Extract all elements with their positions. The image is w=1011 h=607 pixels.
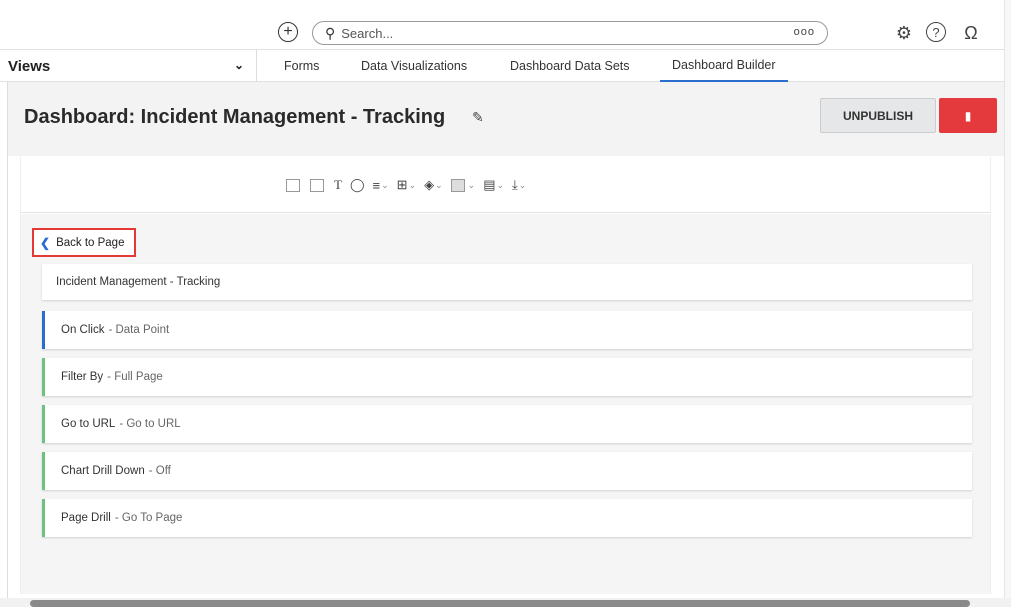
align-icon[interactable]: ⊞ ⌄ bbox=[397, 177, 416, 193]
search-options-button[interactable]: ooo bbox=[794, 26, 815, 38]
card-label: Incident Management - Tracking bbox=[56, 276, 221, 288]
toolbar-tools: T ◯ ≡ ⌄ ⊞ ⌄ ◈ ⌄ ⌄ ▤ ⌄ ⤓ ⌄ bbox=[286, 177, 534, 193]
list-item-on-click[interactable]: On Click - Data Point bbox=[42, 311, 972, 349]
text-icon[interactable]: T bbox=[334, 177, 342, 193]
tab-forms[interactable]: Forms bbox=[284, 50, 319, 82]
nav-row: Views ⌄ Forms Data Visualizations Dashbo… bbox=[0, 50, 1011, 82]
filter-icon[interactable]: ≡ ⌄ bbox=[373, 177, 389, 193]
table-icon[interactable]: ⌄ bbox=[450, 177, 475, 193]
top-bar: + ⚲ Search... ooo ⚙ ? Ω bbox=[0, 0, 1011, 50]
tab-data-visualizations[interactable]: Data Visualizations bbox=[361, 50, 467, 82]
image-icon[interactable] bbox=[310, 177, 326, 193]
back-to-page-button[interactable]: ❮ Back to Page bbox=[32, 228, 136, 257]
page-header: Dashboard: Incident Management - Trackin… bbox=[8, 82, 1005, 156]
user-icon[interactable]: Ω bbox=[960, 22, 982, 44]
bar-chart-icon[interactable] bbox=[286, 177, 302, 193]
tab-dashboard-data-sets[interactable]: Dashboard Data Sets bbox=[510, 50, 630, 82]
list-item-go-to-url[interactable]: Go to URL - Go to URL bbox=[42, 405, 972, 443]
list-item-page-drill[interactable]: Page Drill - Go To Page bbox=[42, 499, 972, 537]
tab-dashboard-builder[interactable]: Dashboard Builder bbox=[660, 50, 788, 82]
list-item-chart-drill-down[interactable]: Chart Drill Down - Off bbox=[42, 452, 972, 490]
views-label: Views bbox=[8, 57, 51, 75]
download-icon[interactable]: ⤓ ⌄ bbox=[512, 177, 526, 193]
list-item-filter-by[interactable]: Filter By - Full Page bbox=[42, 358, 972, 396]
card-label: Filter By bbox=[61, 371, 104, 383]
card-value: - Full Page bbox=[107, 371, 163, 383]
card-label: Page Drill bbox=[61, 512, 111, 524]
page-title: Dashboard: Incident Management - Trackin… bbox=[24, 106, 446, 128]
list-item-page-name[interactable]: Incident Management - Tracking bbox=[42, 264, 972, 300]
unpublish-button[interactable]: UNPUBLISH bbox=[820, 98, 936, 133]
trash-icon: ▮ bbox=[964, 108, 972, 123]
layout-icon[interactable]: ▤ ⌄ bbox=[483, 177, 504, 193]
chart-toolbar: T ◯ ≡ ⌄ ⊞ ⌄ ◈ ⌄ ⌄ ▤ ⌄ ⤓ ⌄ bbox=[20, 157, 991, 213]
delete-button[interactable]: ▮ bbox=[939, 98, 997, 133]
card-label: Go to URL bbox=[61, 418, 116, 430]
views-dropdown[interactable]: Views ⌄ bbox=[0, 50, 257, 82]
chevron-left-icon: ❮ bbox=[40, 235, 51, 250]
gear-icon[interactable]: ⚙ bbox=[893, 22, 915, 44]
left-edge bbox=[0, 82, 8, 598]
card-label: On Click bbox=[61, 324, 105, 336]
card-value: - Data Point bbox=[108, 324, 170, 336]
help-icon[interactable]: ? bbox=[926, 22, 946, 42]
back-label: Back to Page bbox=[56, 236, 125, 249]
vertical-scrollbar[interactable] bbox=[1004, 0, 1011, 598]
horizontal-scrollbar-thumb[interactable] bbox=[30, 600, 970, 607]
search-input[interactable]: ⚲ Search... ooo bbox=[312, 21, 828, 45]
card-value: - Go to URL bbox=[119, 418, 181, 430]
chevron-down-icon: ⌄ bbox=[233, 58, 244, 72]
layers-icon[interactable]: ◈ ⌄ bbox=[424, 177, 443, 193]
card-value: - Go To Page bbox=[114, 512, 183, 524]
palette-icon[interactable]: ◯ bbox=[350, 177, 365, 193]
card-label: Chart Drill Down bbox=[61, 465, 145, 477]
search-placeholder: Search... bbox=[341, 25, 394, 41]
plus-circle-icon[interactable]: + bbox=[278, 22, 298, 42]
card-value: - Off bbox=[148, 465, 171, 477]
pencil-icon[interactable]: ✎ bbox=[472, 109, 484, 126]
search-icon: ⚲ bbox=[325, 24, 336, 41]
